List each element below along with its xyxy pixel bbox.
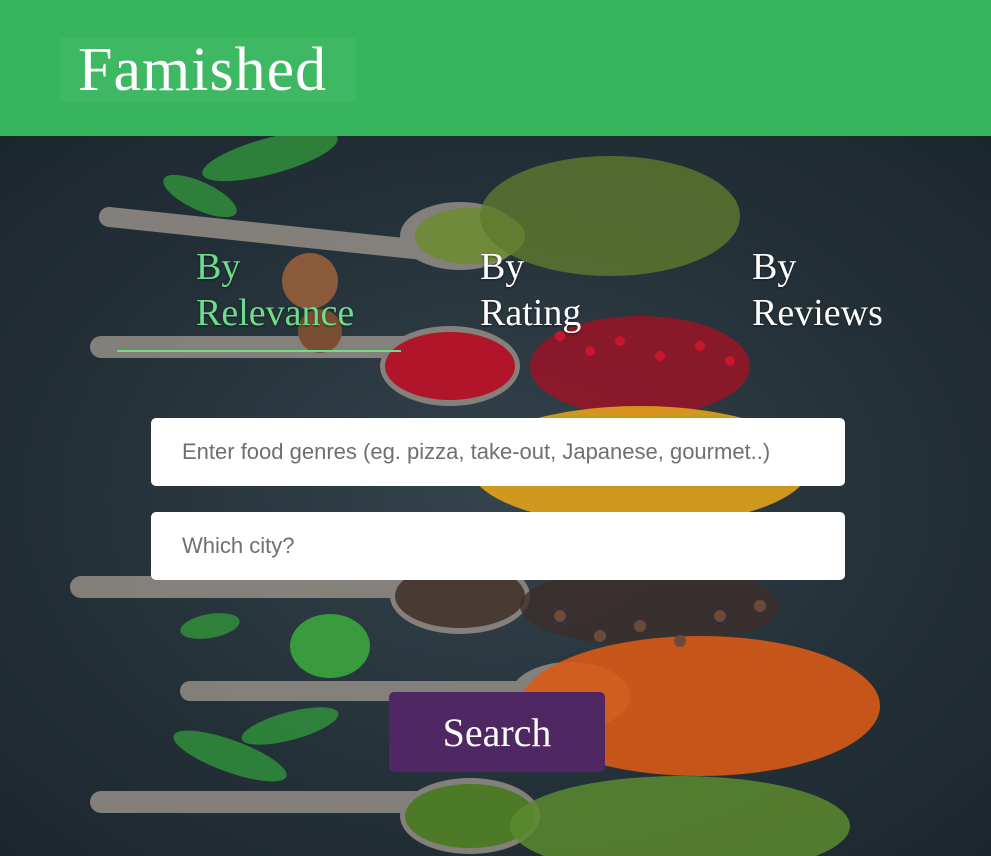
search-button[interactable]: Search [389, 692, 605, 772]
tab-by-rating-line1: By [480, 246, 525, 288]
tab-by-relevance-line1: By [196, 246, 241, 288]
app-header: Famished [0, 0, 991, 136]
app-logo[interactable]: Famished [78, 38, 327, 102]
tab-by-relevance-line2: Relevance [196, 292, 355, 334]
logo-container: Famished [60, 38, 356, 102]
city-input[interactable] [151, 512, 845, 580]
tab-by-reviews-line2: Reviews [752, 292, 883, 334]
tab-by-rating[interactable]: By Rating [480, 244, 581, 336]
hero-section: By Relevance By Rating By Reviews Search [0, 136, 991, 856]
tab-by-relevance[interactable]: By Relevance [196, 244, 354, 336]
active-tab-underline [117, 350, 401, 352]
tab-by-rating-line2: Rating [480, 292, 582, 334]
tab-by-reviews[interactable]: By Reviews [752, 244, 883, 336]
food-genres-input[interactable] [151, 418, 845, 486]
tab-by-reviews-line1: By [752, 246, 797, 288]
